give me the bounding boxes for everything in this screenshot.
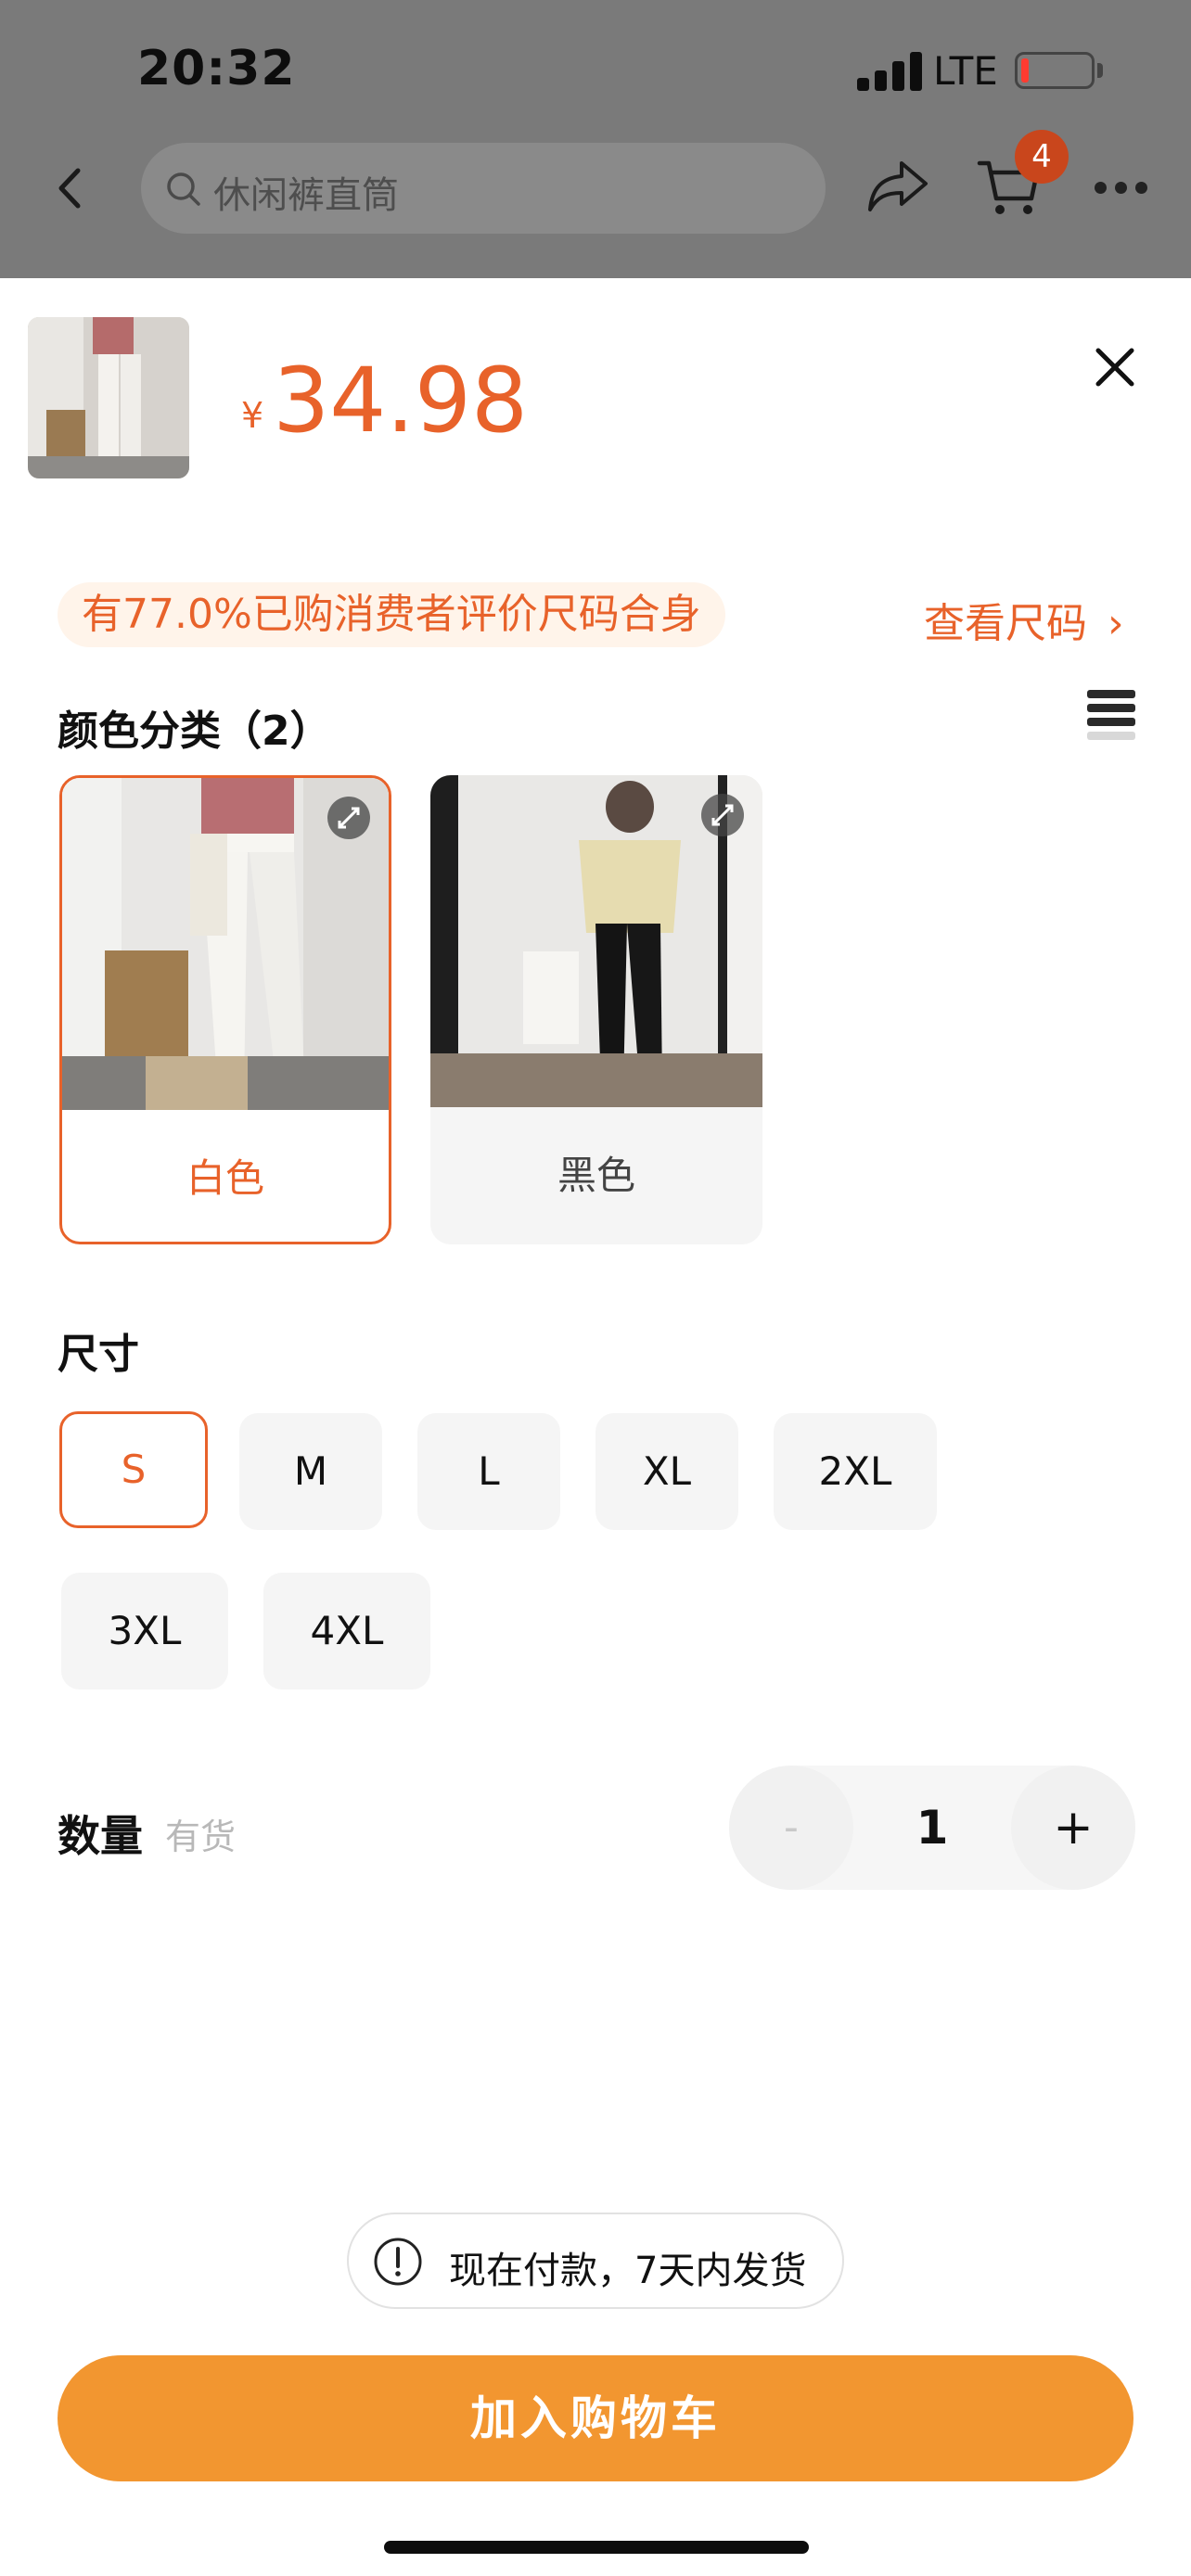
network-label: LTE xyxy=(933,48,998,94)
cart-count-badge: 4 xyxy=(1015,130,1069,184)
size-option-s[interactable]: S xyxy=(59,1411,208,1528)
list-view-icon xyxy=(1087,690,1135,698)
fit-rating-pill: 有77.0%已购消费者评价尺码合身 xyxy=(58,582,725,647)
size-option-m[interactable]: M xyxy=(239,1413,382,1530)
expand-icon[interactable] xyxy=(327,797,370,839)
size-chart-link-label: 查看尺码 xyxy=(924,600,1087,647)
color-option-white[interactable]: 白色 xyxy=(59,775,391,1244)
size-option-2xl[interactable]: 2XL xyxy=(774,1413,937,1530)
battery-cap xyxy=(1097,63,1103,78)
close-button[interactable] xyxy=(1091,343,1139,391)
currency-symbol: ¥ xyxy=(241,395,264,436)
status-time: 20:32 xyxy=(137,41,296,96)
more-icon xyxy=(1095,182,1107,194)
search-icon xyxy=(167,172,200,206)
color-section-title: 颜色分类（2） xyxy=(58,708,331,755)
size-chart-link[interactable]: 查看尺码 › xyxy=(924,590,1124,649)
size-option-xl[interactable]: XL xyxy=(596,1413,738,1530)
quantity-label: 数量 xyxy=(58,1811,143,1861)
shipping-notice: 现在付款，7天内发货 xyxy=(347,2213,844,2309)
expand-icon[interactable] xyxy=(701,794,744,836)
quantity-value[interactable]: 1 xyxy=(853,1766,1011,1890)
quantity-decrement-button[interactable]: - xyxy=(729,1766,853,1890)
back-icon xyxy=(58,168,81,209)
size-section-title: 尺寸 xyxy=(58,1331,139,1378)
size-option-3xl[interactable]: 3XL xyxy=(61,1573,228,1690)
share-button[interactable] xyxy=(864,156,931,215)
shipping-notice-text: 现在付款，7天内发货 xyxy=(449,2250,807,2292)
product-thumbnail-image xyxy=(28,317,189,478)
product-price: ¥34.98 xyxy=(241,349,528,453)
color-option-image xyxy=(430,775,762,1107)
search-placeholder: 休闲裤直筒 xyxy=(213,174,399,217)
product-thumbnail[interactable] xyxy=(28,317,189,478)
stock-status: 有货 xyxy=(165,1817,237,1857)
back-button[interactable] xyxy=(46,159,98,217)
price-amount: 34.98 xyxy=(273,349,529,453)
signal-icon xyxy=(857,50,924,91)
list-view-button[interactable] xyxy=(1087,690,1135,740)
quantity-increment-button[interactable]: + xyxy=(1011,1766,1135,1890)
color-option-black[interactable]: 黑色 xyxy=(430,775,762,1244)
quantity-stepper: - 1 + xyxy=(729,1766,1135,1890)
more-button[interactable] xyxy=(1095,182,1150,197)
chevron-right-icon: › xyxy=(1108,600,1124,647)
close-icon xyxy=(1095,348,1134,387)
share-icon xyxy=(868,161,928,211)
color-option-label: 白色 xyxy=(186,1155,264,1201)
add-to-cart-button[interactable]: 加入购物车 xyxy=(58,2355,1133,2481)
color-option-image xyxy=(62,778,389,1110)
size-option-4xl[interactable]: 4XL xyxy=(263,1573,430,1690)
size-option-l[interactable]: L xyxy=(417,1413,560,1530)
search-input[interactable]: 休闲裤直筒 xyxy=(141,143,826,234)
home-indicator[interactable] xyxy=(384,2541,809,2554)
warning-icon xyxy=(374,2238,422,2286)
color-option-label: 黑色 xyxy=(557,1153,635,1198)
battery-icon xyxy=(1015,52,1095,89)
